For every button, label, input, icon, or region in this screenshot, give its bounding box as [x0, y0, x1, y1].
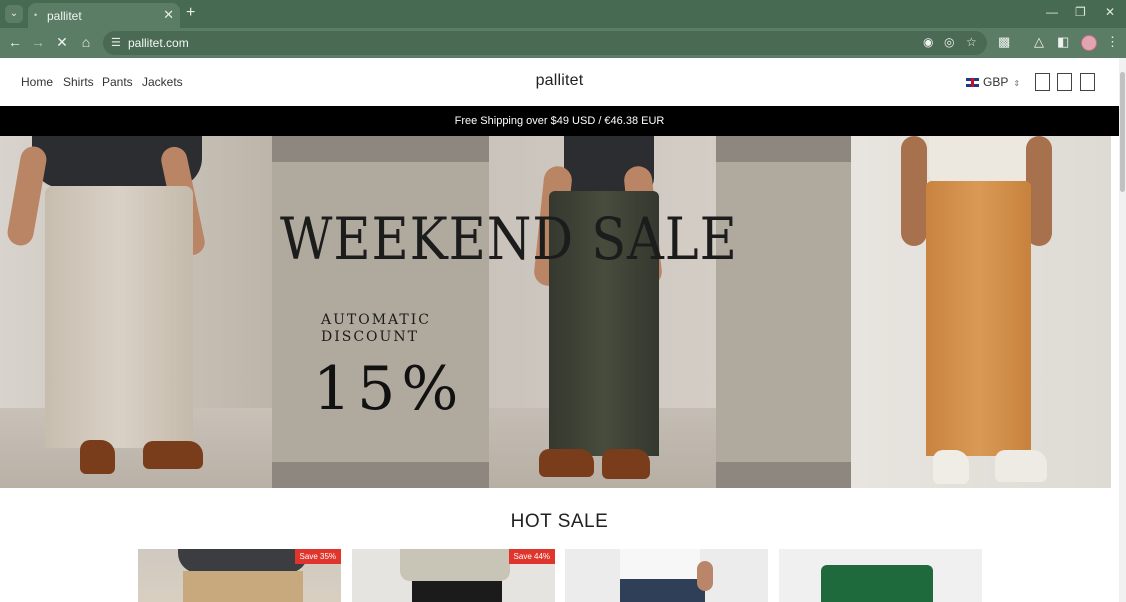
page-scrollbar[interactable]: [1119, 58, 1126, 602]
hot-sale-title: HOT SALE: [510, 511, 609, 532]
site-header: Home Shirts Pants Jackets pallitet GBP ⇕: [0, 58, 1119, 106]
product-image: [565, 549, 768, 602]
hero-headline: WEEKEND SALE: [280, 205, 738, 273]
home-icon[interactable]: ⌂: [77, 34, 95, 50]
address-bar[interactable]: ☰ pallitet.com ◉ ◎ ☆: [103, 31, 987, 55]
forward-icon[interactable]: →: [29, 34, 47, 50]
product-image: [779, 549, 982, 602]
hero-discount: 15%: [313, 354, 465, 424]
browser-tab[interactable]: • pallitet ✕: [28, 3, 180, 28]
minimize-icon[interactable]: —: [1046, 5, 1058, 19]
tab-title: pallitet: [47, 9, 82, 23]
account-icon[interactable]: [1057, 73, 1072, 91]
labs-flask-icon[interactable]: △: [1034, 34, 1044, 50]
currency-label: GBP: [983, 75, 1009, 89]
product-card[interactable]: [779, 549, 982, 602]
cart-icon[interactable]: [1080, 73, 1095, 91]
back-icon[interactable]: ←: [6, 34, 24, 50]
google-lens-icon[interactable]: ◉: [923, 35, 933, 49]
stop-loading-icon[interactable]: ✕: [53, 34, 71, 51]
brand-logo-text[interactable]: pallitet: [0, 72, 1119, 90]
hero-subtitle: AUTOMATIC DISCOUNT: [321, 312, 431, 345]
announcement-bar: Free Shipping over $49 USD / €46.38 EUR: [0, 106, 1119, 136]
search-icon[interactable]: [1035, 73, 1050, 91]
product-card[interactable]: Save 35%: [138, 549, 341, 602]
close-tab-icon[interactable]: ✕: [163, 7, 174, 23]
hero-photo-olive-pants: [489, 136, 716, 488]
hero-photo-tan-pants: [851, 136, 1111, 488]
restore-icon[interactable]: ❐: [1075, 5, 1086, 19]
hero-banner[interactable]: WEEKEND SALE AUTOMATIC DISCOUNT 15%: [0, 136, 1111, 488]
side-panel-icon[interactable]: ◧: [1057, 34, 1069, 50]
site-info-icon[interactable]: ☰: [111, 36, 121, 49]
browser-tab-strip: ⌄ • pallitet ✕ + — ❐ ✕: [0, 0, 1126, 28]
save-badge: Save 35%: [294, 549, 341, 564]
tab-search-chevron-icon[interactable]: ⌄: [5, 5, 23, 23]
profile-avatar[interactable]: [1081, 35, 1097, 51]
product-card[interactable]: Save 44%: [352, 549, 555, 602]
menu-kebab-icon[interactable]: ⋮: [1106, 34, 1119, 50]
new-tab-icon[interactable]: +: [186, 4, 195, 22]
hero-spacer-panel: [716, 136, 851, 488]
browser-toolbar: ← → ✕ ⌂ ☰ pallitet.com ◉ ◎ ☆ ▩ △ ◧ ⋮: [0, 28, 1126, 58]
loading-favicon-icon: •: [34, 10, 38, 20]
close-window-icon[interactable]: ✕: [1105, 5, 1115, 19]
bookmark-star-icon[interactable]: ☆: [966, 35, 977, 49]
currency-selector[interactable]: GBP ⇕: [966, 75, 1020, 89]
eye-off-icon[interactable]: ◎: [944, 35, 954, 49]
product-card[interactable]: [565, 549, 768, 602]
scrollbar-thumb[interactable]: [1120, 72, 1125, 192]
hero-photo-beige-pants: [0, 136, 272, 488]
url-text: pallitet.com: [128, 36, 189, 50]
uk-flag-icon: [966, 78, 979, 87]
save-badge: Save 44%: [508, 549, 555, 564]
extensions-icon[interactable]: ▩: [998, 34, 1010, 50]
updown-arrow-icon: ⇕: [1013, 79, 1021, 88]
